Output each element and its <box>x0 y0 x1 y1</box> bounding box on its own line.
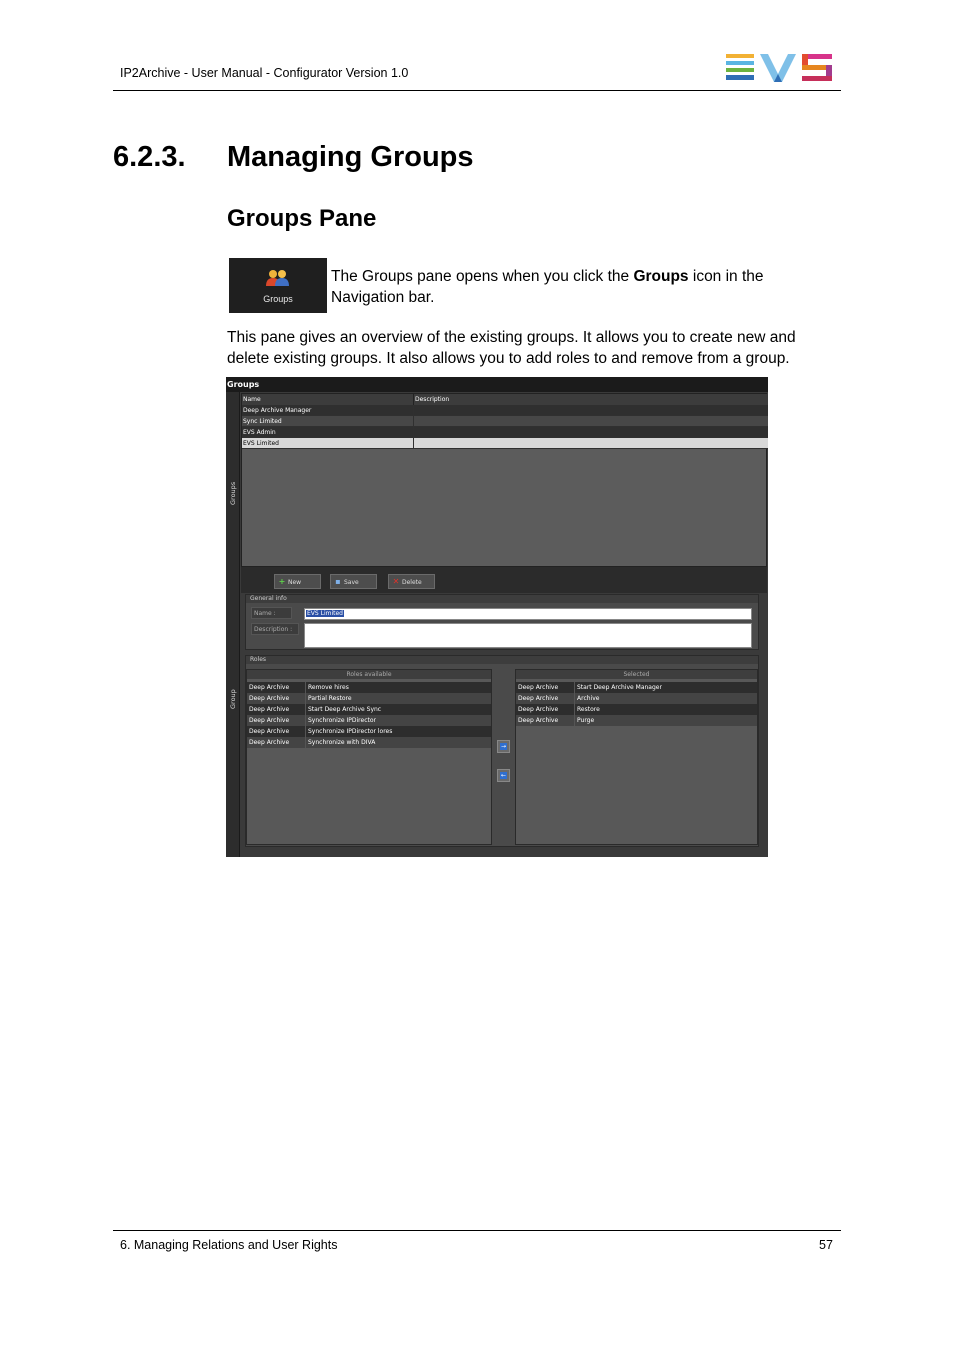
roles-available-header: Roles available <box>247 670 491 679</box>
roles-selected-list: Selected Deep Archive Start Deep Archive … <box>515 669 758 845</box>
delete-x-icon: ✕ <box>392 577 400 586</box>
group-name-cell: Deep Archive Manager <box>243 405 414 416</box>
groups-nav-button-image: Groups <box>229 258 327 313</box>
role-name: Start Deep Archive Sync <box>308 706 382 713</box>
role-name: Synchronize IPDirector <box>308 717 376 724</box>
role-module: Deep Archive <box>249 704 306 715</box>
table-row[interactable]: Deep Archive Manager <box>242 405 768 416</box>
groups-toolbar: + New ▪ Save ✕ Delete <box>241 567 767 593</box>
header-rule <box>113 90 841 91</box>
delete-button-label: Delete <box>402 579 422 586</box>
roles-available-list: Roles available Deep Archive Remove hires… <box>246 669 492 845</box>
role-module: Deep Archive <box>249 715 306 726</box>
footer-chapter: 6. Managing Relations and User Rights <box>120 1238 338 1252</box>
subsection-title: Groups Pane <box>227 205 377 232</box>
floppy-icon: ▪ <box>335 577 341 586</box>
description-label: Description : <box>254 626 293 633</box>
role-name: Restore <box>577 706 600 713</box>
footer-rule <box>113 1230 841 1231</box>
name-input[interactable]: EVS Limited <box>304 608 752 620</box>
role-module: Deep Archive <box>518 715 575 726</box>
list-item[interactable]: Deep Archive Remove hires <box>247 682 491 693</box>
role-module: Deep Archive <box>518 682 575 693</box>
role-module: Deep Archive <box>249 726 306 737</box>
people-icon <box>266 270 289 286</box>
table-row[interactable]: EVS Admin <box>242 427 768 438</box>
column-header-description[interactable]: Description <box>414 394 449 405</box>
role-name: Start Deep Archive Manager <box>577 684 662 691</box>
role-name: Synchronize with DIVA <box>308 739 376 746</box>
section-title: Managing Groups <box>227 141 474 173</box>
intro-text-bold: Groups <box>633 268 689 285</box>
column-header-name[interactable]: Name <box>243 394 414 405</box>
page-number: 57 <box>819 1238 833 1252</box>
header-title: IP2Archive - User Manual - Configurator … <box>120 66 409 80</box>
role-name: Partial Restore <box>308 695 352 702</box>
list-item[interactable]: Deep Archive Partial Restore <box>247 693 491 704</box>
intro-text-before: The Groups pane opens when you click the <box>331 268 634 285</box>
roles-title: Roles <box>246 656 758 664</box>
new-button[interactable]: + New <box>274 574 321 589</box>
groups-nav-label: Groups <box>263 294 293 304</box>
name-input-value: EVS Limited <box>306 610 344 617</box>
group-name-cell: Sync Limited <box>243 416 414 427</box>
evs-logo <box>726 54 832 82</box>
plus-icon: + <box>278 577 286 586</box>
side-tab-groups-label: Groups <box>229 481 237 505</box>
general-info-section: General info Name : EVS Limited Descript… <box>245 594 759 650</box>
arrow-right-icon: → <box>500 743 507 750</box>
arrow-left-icon: ← <box>500 772 507 779</box>
groups-grid: Name Description Deep Archive Manager Sy… <box>241 393 768 567</box>
intro-paragraph: The Groups pane opens when you click the… <box>331 266 841 308</box>
role-module: Deep Archive <box>249 737 306 748</box>
role-name: Synchronize IPDirector lores <box>308 728 393 735</box>
role-module: Deep Archive <box>518 693 575 704</box>
remove-role-button[interactable]: ← <box>497 769 510 782</box>
general-info-title: General info <box>246 595 758 603</box>
groups-pane-screenshot: Groups Groups Group Name Description Dee… <box>226 377 768 857</box>
overview-paragraph: This pane gives an overview of the exist… <box>227 329 796 367</box>
list-item[interactable]: Deep Archive Synchronize with DIVA <box>247 737 491 748</box>
side-tab-group-label: Group <box>229 689 237 709</box>
role-module: Deep Archive <box>518 704 575 715</box>
role-name: Archive <box>577 695 600 702</box>
side-tab-groups[interactable]: Groups <box>226 392 240 567</box>
list-item[interactable]: Deep Archive Purge <box>516 715 757 726</box>
role-name: Purge <box>577 717 595 724</box>
list-item[interactable]: Deep Archive Synchronize IPDirector lores <box>247 726 491 737</box>
pane-title: Groups <box>226 377 768 392</box>
list-item[interactable]: Deep Archive Start Deep Archive Sync <box>247 704 491 715</box>
group-name-cell: EVS Limited <box>243 438 414 449</box>
section-number: 6.2.3. <box>113 141 186 173</box>
list-item[interactable]: Deep Archive Archive <box>516 693 757 704</box>
list-item[interactable]: Deep Archive Start Deep Archive Manager <box>516 682 757 693</box>
role-module: Deep Archive <box>249 682 306 693</box>
grid-header: Name Description <box>242 394 768 405</box>
save-button[interactable]: ▪ Save <box>330 574 377 589</box>
role-module: Deep Archive <box>249 693 306 704</box>
list-item[interactable]: Deep Archive Restore <box>516 704 757 715</box>
add-role-button[interactable]: → <box>497 740 510 753</box>
description-input[interactable] <box>304 623 752 648</box>
role-name: Remove hires <box>308 684 349 691</box>
roles-selected-header: Selected <box>516 670 757 679</box>
list-item[interactable]: Deep Archive Synchronize IPDirector <box>247 715 491 726</box>
save-button-label: Save <box>344 579 359 586</box>
side-tab-group[interactable]: Group <box>226 567 240 857</box>
table-row[interactable]: Sync Limited <box>242 416 768 427</box>
delete-button[interactable]: ✕ Delete <box>388 574 435 589</box>
name-label: Name : <box>254 610 276 617</box>
group-name-cell: EVS Admin <box>243 427 414 438</box>
table-row-selected[interactable]: EVS Limited <box>242 438 768 449</box>
new-button-label: New <box>288 579 302 586</box>
